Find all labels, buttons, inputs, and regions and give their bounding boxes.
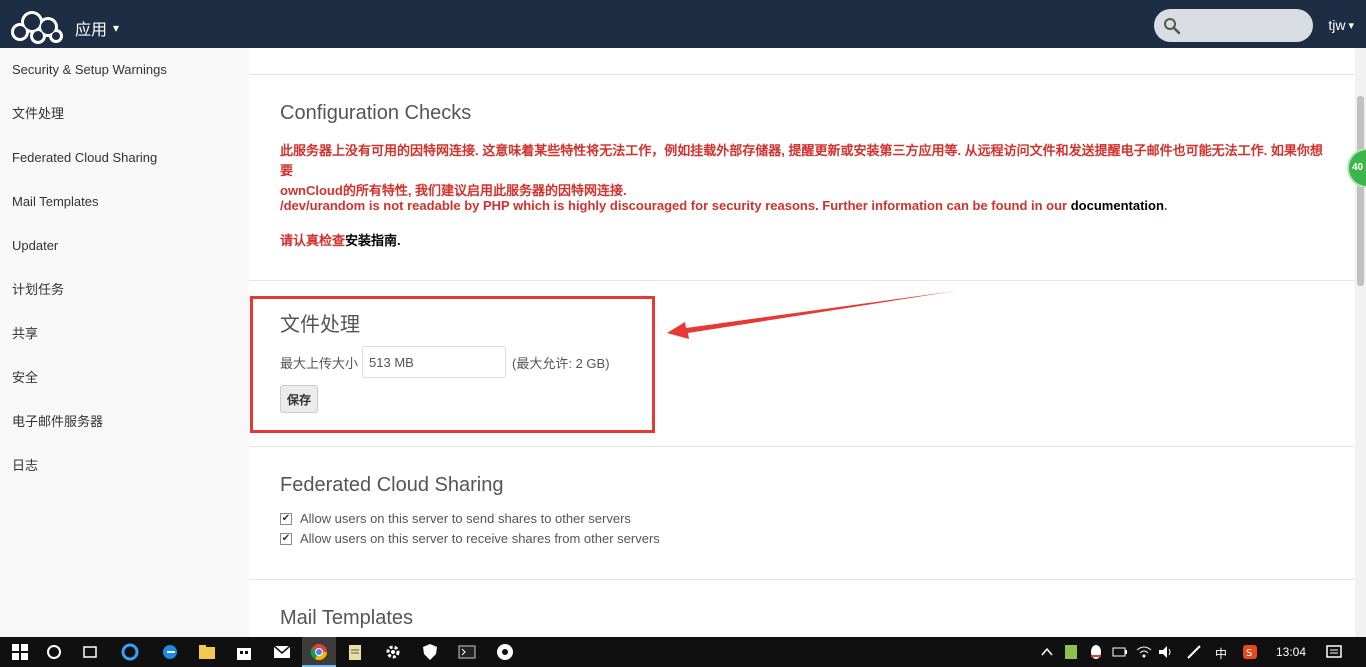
send-shares-checkbox[interactable]: ✔ <box>280 512 292 525</box>
receive-shares-checkbox[interactable]: ✔ <box>280 532 292 545</box>
settings-content: Configuration Checks 此服务器上没有可用的因特网连接. 这意… <box>249 48 1355 637</box>
apps-menu-label: 应用 <box>75 22 108 39</box>
search-icon <box>1164 18 1181 35</box>
file-explorer-icon[interactable] <box>196 641 218 663</box>
qq-icon[interactable] <box>1085 641 1107 663</box>
install-guide-text: 请认真检查 <box>280 233 346 248</box>
section-mail-templates: Mail Templates <box>249 580 1355 637</box>
section-previous <box>249 48 1355 75</box>
section-configuration-checks: Configuration Checks 此服务器上没有可用的因特网连接. 这意… <box>249 75 1355 281</box>
sidebar-item-mail-templates[interactable]: Mail Templates <box>0 180 249 224</box>
apps-menu[interactable]: 应用 ▾ <box>75 16 119 40</box>
urandom-warning-text: /dev/urandom is not readable by PHP whic… <box>280 198 1071 213</box>
tray-app-icon[interactable] <box>1060 641 1082 663</box>
install-guide-warning: 请认真检查安装指南. <box>280 231 1330 251</box>
search-box[interactable] <box>1154 9 1313 42</box>
task-view-icon[interactable] <box>79 641 101 663</box>
sidebar-item-cron[interactable]: 计划任务 <box>0 268 249 312</box>
sidebar-item-security-warnings[interactable]: Security & Setup Warnings <box>0 48 249 92</box>
section-file-handling: 文件处理 最大上传大小 (最大允许: 2 GB) 保存 <box>249 281 1355 447</box>
urandom-warning: /dev/urandom is not readable by PHP whic… <box>280 196 1330 216</box>
receive-shares-option[interactable]: ✔ Allow users on this server to receive … <box>280 531 660 546</box>
send-shares-option[interactable]: ✔ Allow users on this server to send sha… <box>280 511 631 526</box>
chrome-icon[interactable] <box>308 641 330 663</box>
top-header: 应用 ▾ tjw ▾ <box>0 0 1366 48</box>
windows-taskbar: 中 S 13:04 <box>0 637 1366 667</box>
internet-warning-line1: 此服务器上没有可用的因特网连接. 这意味着某些特性将无法工作，例如挂载外部存储器… <box>280 143 1323 178</box>
notepad-icon[interactable] <box>344 641 366 663</box>
chevron-down-icon: ▾ <box>1348 19 1354 32</box>
cmd-icon[interactable] <box>456 641 478 663</box>
settings-icon[interactable] <box>382 641 404 663</box>
notification-icon[interactable] <box>1323 641 1345 663</box>
send-shares-label: Allow users on this server to send share… <box>300 511 631 526</box>
volume-icon[interactable] <box>1155 641 1177 663</box>
owncloud-logo[interactable] <box>6 8 64 44</box>
sogou-icon[interactable]: S <box>1239 641 1261 663</box>
chevron-down-icon: ▾ <box>113 21 120 35</box>
save-button[interactable]: 保存 <box>280 385 318 413</box>
ie-icon[interactable] <box>119 641 141 663</box>
max-upload-label: 最大上传大小 <box>280 355 359 371</box>
max-upload-row: 最大上传大小 (最大允许: 2 GB) <box>280 346 610 378</box>
security-icon[interactable] <box>419 641 441 663</box>
battery-icon[interactable] <box>1109 641 1131 663</box>
sidebar-item-email-server[interactable]: 电子邮件服务器 <box>0 400 249 444</box>
ime-indicator[interactable]: 中 <box>1215 645 1227 662</box>
user-name: tjw <box>1328 17 1346 33</box>
windows-start-icon[interactable] <box>9 641 31 663</box>
app-icon[interactable] <box>494 641 516 663</box>
sidebar-item-updater[interactable]: Updater <box>0 224 249 268</box>
settings-sidebar: Security & Setup Warnings 文件处理 Federated… <box>0 48 249 637</box>
widget-label: 40 <box>1352 162 1364 173</box>
scroll-thumb[interactable] <box>1357 96 1364 286</box>
pen-icon[interactable] <box>1183 641 1205 663</box>
section-federated-sharing: Federated Cloud Sharing ✔ Allow users on… <box>249 447 1355 580</box>
install-guide-link[interactable]: 安装指南 <box>345 233 397 248</box>
sidebar-item-security[interactable]: 安全 <box>0 356 249 400</box>
sidebar-item-sharing[interactable]: 共享 <box>0 312 249 356</box>
search-input[interactable] <box>1186 15 1306 36</box>
section-title: Federated Cloud Sharing <box>280 474 504 496</box>
mail-icon[interactable] <box>271 641 293 663</box>
receive-shares-label: Allow users on this server to receive sh… <box>300 531 660 546</box>
wifi-icon[interactable] <box>1133 641 1155 663</box>
sidebar-item-federated-sharing[interactable]: Federated Cloud Sharing <box>0 136 249 180</box>
store-icon[interactable] <box>233 641 255 663</box>
internet-warning: 此服务器上没有可用的因特网连接. 这意味着某些特性将无法工作，例如挂载外部存储器… <box>280 141 1330 201</box>
section-title: 文件处理 <box>280 314 360 336</box>
section-title: Mail Templates <box>280 607 414 629</box>
section-title: Configuration Checks <box>280 102 472 124</box>
max-allowed-text: (最大允许: 2 GB) <box>512 355 610 371</box>
edge-icon[interactable] <box>159 641 181 663</box>
documentation-link[interactable]: documentation <box>1071 198 1164 213</box>
chevron-up-icon[interactable] <box>1036 641 1058 663</box>
max-upload-input[interactable] <box>362 346 507 378</box>
cortana-icon[interactable] <box>43 641 65 663</box>
install-guide-end: . <box>397 233 401 248</box>
clock[interactable]: 13:04 <box>1276 645 1306 659</box>
user-menu[interactable]: tjw ▾ <box>1328 17 1354 33</box>
svg-text:S: S <box>1246 648 1252 659</box>
urandom-warning-end: . <box>1163 198 1168 213</box>
page-scrollbar[interactable] <box>1355 48 1366 637</box>
sidebar-item-file-handling[interactable]: 文件处理 <box>0 92 249 136</box>
sidebar-item-log[interactable]: 日志 <box>0 444 249 488</box>
